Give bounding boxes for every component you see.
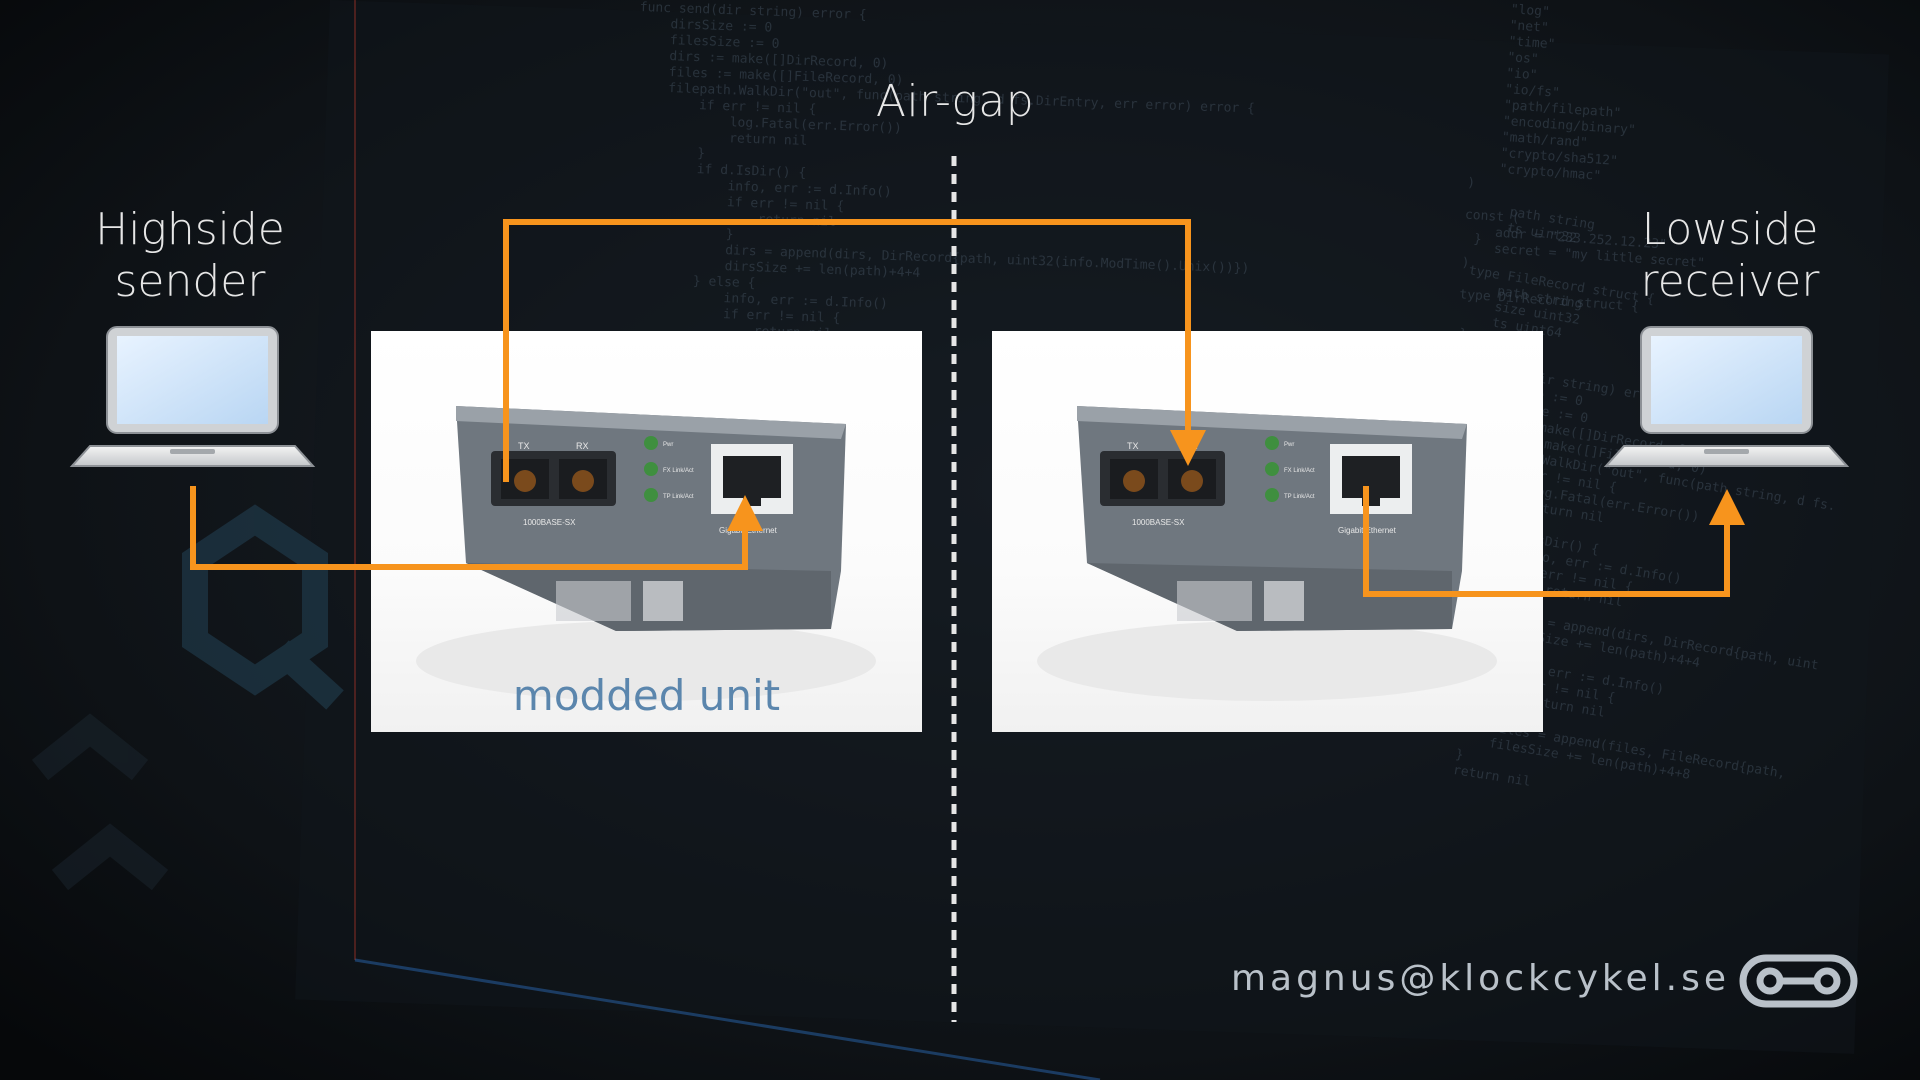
highside-sender-label: Highside sender xyxy=(60,204,320,308)
led-label-0: Pwr xyxy=(663,442,673,448)
author-email: magnus@klockcykel.se xyxy=(1230,958,1730,999)
rx-port-label: RX xyxy=(1185,441,1198,451)
highside-label-line2: sender xyxy=(114,256,266,307)
media-converter-photo-stock: TX RX 1000BASE-SX Pwr FX Link/Act TP Lin… xyxy=(992,331,1543,732)
port-type-label: 1000BASE-SX xyxy=(523,518,576,527)
ethernet-label: Gigabit Ethernet xyxy=(1338,526,1397,535)
airgap-label: Air-gap xyxy=(875,76,1035,127)
led-label-1: FX Link/Act xyxy=(1284,468,1315,474)
lowside-label-line1: Lowside xyxy=(1641,204,1819,255)
modded-unit-label: modded unit xyxy=(512,671,781,720)
led-label-2: TP Link/Act xyxy=(663,494,694,500)
tx-port-label: TX xyxy=(518,441,530,451)
tx-port-label: TX xyxy=(1127,441,1139,451)
ethernet-label: Gigabit Ethernet xyxy=(719,526,778,535)
led-label-1: FX Link/Act xyxy=(663,468,694,474)
led-label-0: Pwr xyxy=(1284,442,1294,448)
background-code-left: func send(dir string) error { dirsSize :… xyxy=(639,0,1256,354)
rx-port-label: RX xyxy=(576,441,589,451)
lowside-label-line2: receiver xyxy=(1640,256,1820,307)
media-converter-device: TX RX 1000BASE-SX Pwr FX Link/Act TP Lin… xyxy=(1037,406,1497,701)
port-type-label: 1000BASE-SX xyxy=(1132,518,1185,527)
led-label-2: TP Link/Act xyxy=(1284,494,1315,500)
lowside-receiver-label: Lowside receiver xyxy=(1600,204,1860,308)
highside-label-line1: Highside xyxy=(95,204,285,255)
media-converter-photo-modded: TX RX 1000BASE-SX Pwr FX Link/Act TP Lin… xyxy=(371,331,922,732)
